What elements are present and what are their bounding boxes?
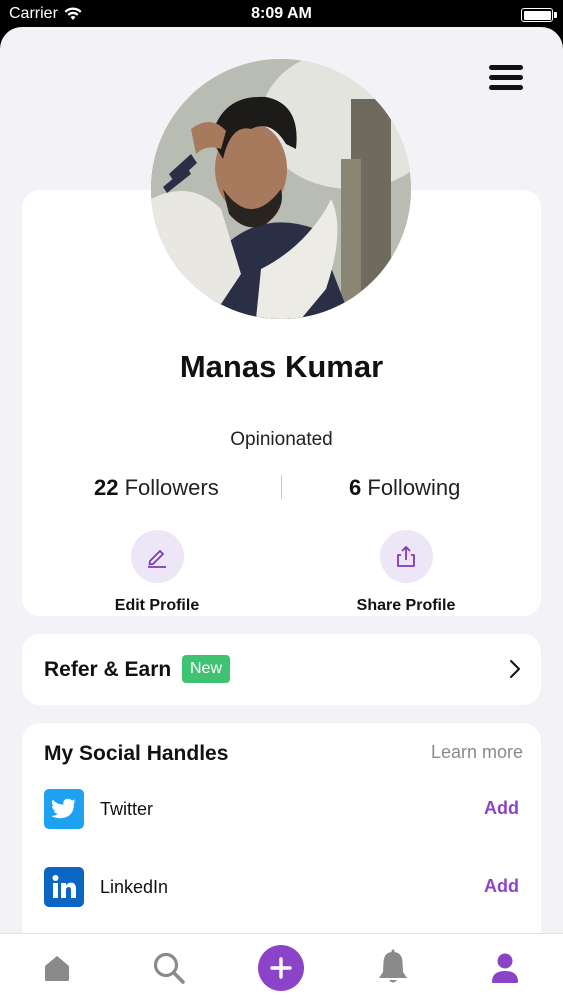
twitter-label: Twitter [100,799,154,819]
new-badge: New [182,655,231,683]
linkedin-icon [44,867,84,907]
edit-profile-label: Edit Profile [114,597,200,614]
share-icon [397,545,415,567]
avatar-photo [151,59,411,319]
menu-button[interactable] [489,65,523,95]
twitter-icon [44,789,84,829]
tab-bar [0,933,563,1000]
share-profile-label: Share Profile [356,597,456,614]
clock: 8:09 AM [251,5,312,22]
profile-bio: Opinionated [230,429,333,450]
social-handles-title: My Social Handles [44,742,229,765]
stat-divider [281,475,282,499]
user-icon [492,953,518,983]
pencil-icon [148,549,166,568]
profile-name: Manas Kumar [179,349,384,384]
followers-count: 22 [94,475,119,500]
share-icon-circle [379,530,433,583]
tab-notifications[interactable] [353,934,433,1000]
refer-title: Refer & Earn [44,658,172,681]
profile-screen: Manas Kumar Opinionated 22 Followers 6 F… [0,27,563,1000]
tab-profile[interactable] [465,934,545,1000]
add-linkedin-button[interactable]: Add [484,876,519,897]
bell-icon [379,949,407,982]
plus-icon [270,956,292,979]
create-button [258,944,304,991]
status-bar: Carrier 8:09 AM [0,0,563,30]
refer-and-earn-row[interactable]: Refer & Earn New [22,634,541,705]
following-label: Following [367,475,461,500]
edit-icon-circle [130,530,184,583]
following-count: 6 [349,475,362,500]
following-stat[interactable]: 6 Following [349,475,460,501]
learn-more-link[interactable]: Learn more [431,742,523,763]
followers-stat[interactable]: 22 Followers [94,475,219,501]
linkedin-label: LinkedIn [100,877,169,897]
search-icon [153,952,185,984]
tab-create[interactable] [241,934,321,1000]
chevron-right-icon [510,660,520,678]
avatar[interactable] [151,59,411,319]
edit-profile-button[interactable]: Edit Profile [67,530,247,615]
social-item-linkedin: LinkedIn Add [44,867,519,907]
social-item-twitter: Twitter Add [44,789,519,829]
home-icon [45,955,69,981]
share-profile-button[interactable]: Share Profile [316,530,496,615]
tab-home[interactable] [17,934,97,1000]
tab-search[interactable] [129,934,209,1000]
menu-icon [489,65,523,70]
add-twitter-button[interactable]: Add [484,798,519,819]
battery-icon [521,8,557,22]
followers-label: Followers [124,475,219,500]
